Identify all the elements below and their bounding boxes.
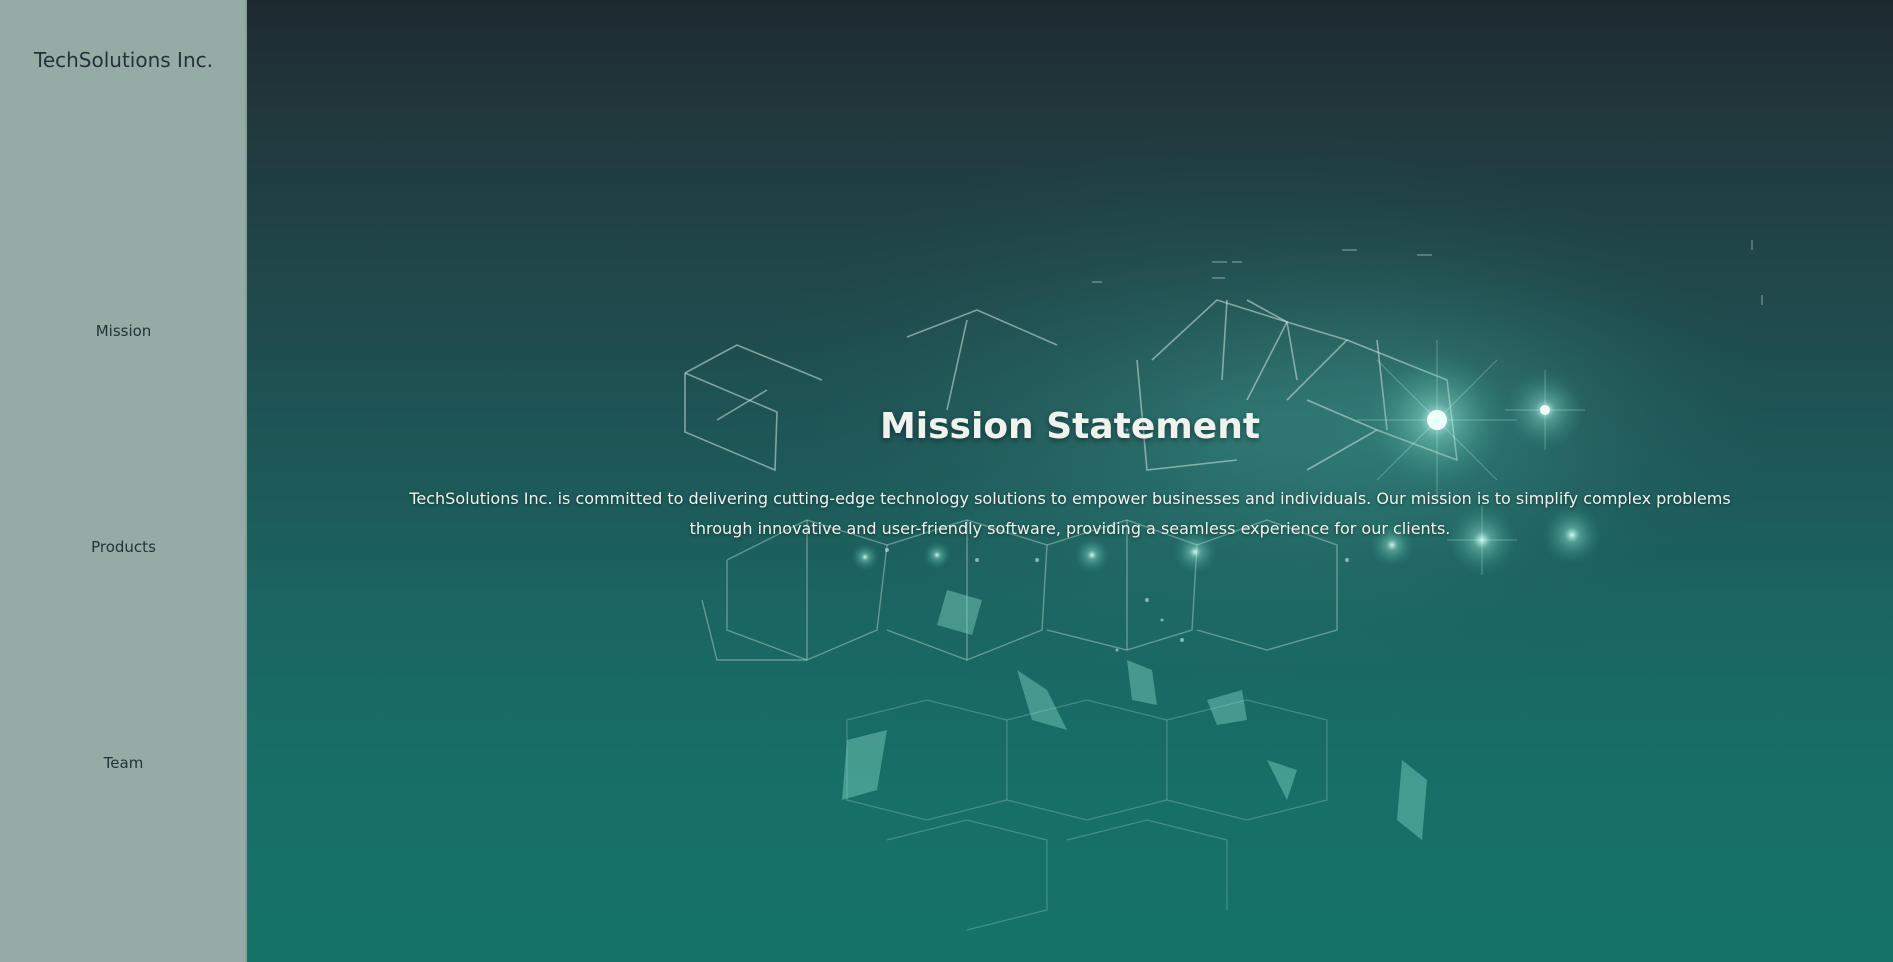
page-title: Mission Statement [879,406,1261,447]
app-window: TechSolutions Inc. Mission Products Team [0,0,1893,962]
brand-title[interactable]: TechSolutions Inc. [0,48,247,72]
mission-description: TechSolutions Inc. is committed to deliv… [409,489,1731,538]
hero-content: Mission Statement TechSolutions Inc. is … [247,0,1893,962]
sidebar: TechSolutions Inc. Mission Products Team [0,0,247,962]
main-hero: Mission Statement TechSolutions Inc. is … [247,0,1893,962]
sidebar-item-team[interactable]: Team [0,754,247,772]
sidebar-item-products[interactable]: Products [0,538,247,556]
sidebar-item-mission[interactable]: Mission [0,322,247,340]
